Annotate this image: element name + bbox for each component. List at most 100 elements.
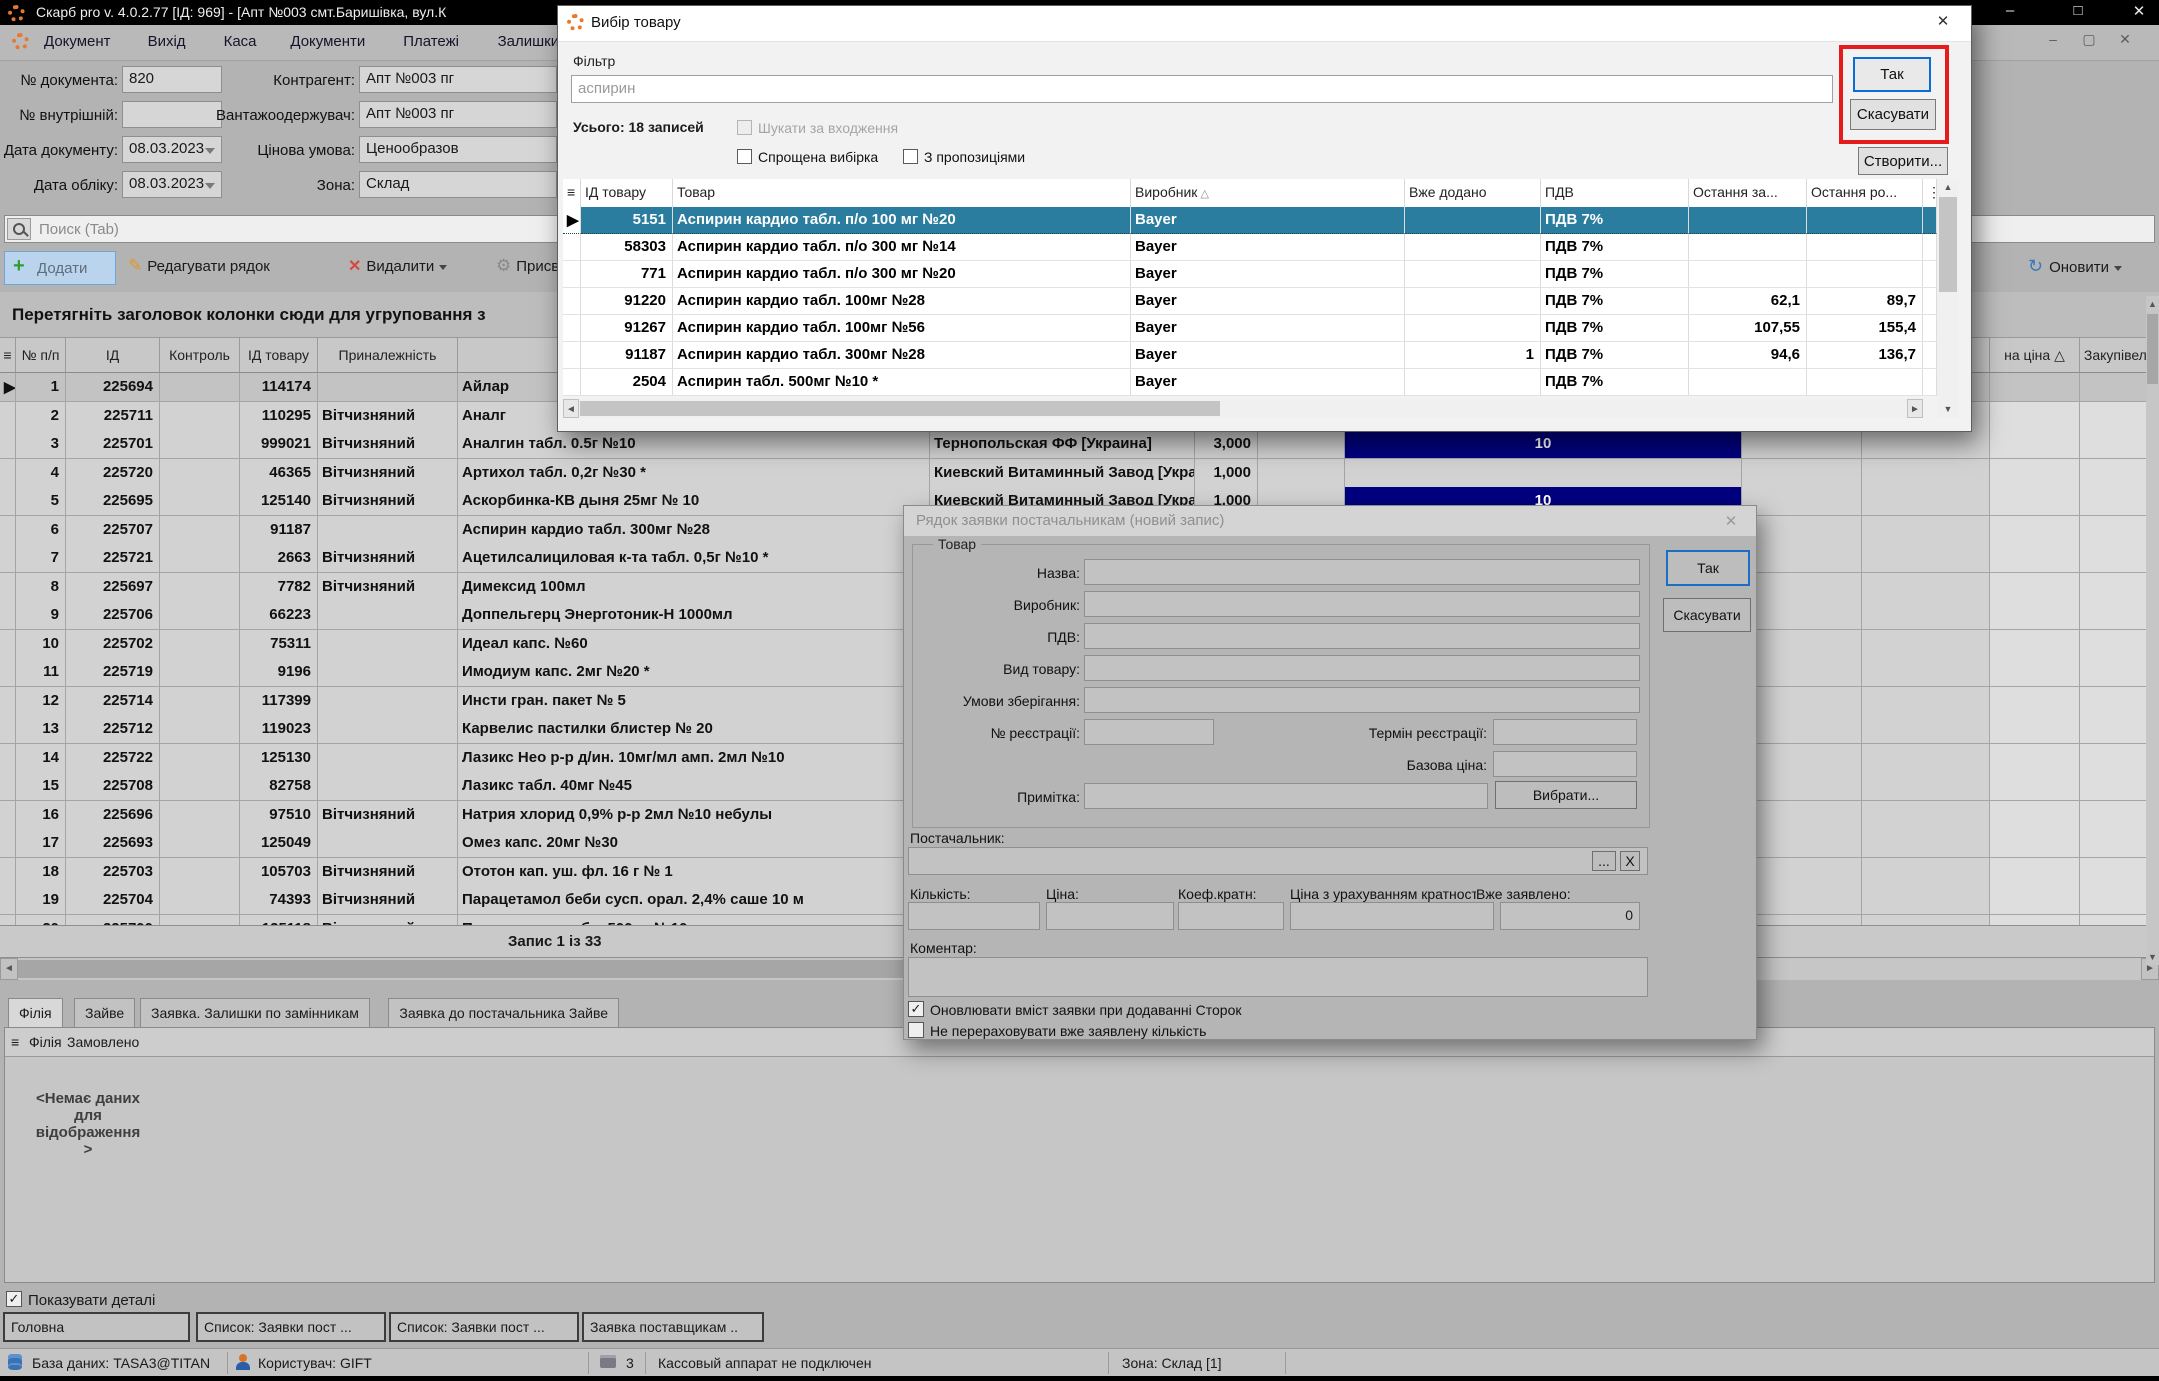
window-button-2[interactable]: Список: Заявки пост ... [196,1312,386,1342]
multiple-price-field[interactable] [1290,902,1494,930]
cell-last_retail [1807,207,1923,234]
child-minimize-button[interactable]: – [2036,31,2070,47]
dialog-vertical-scrollbar[interactable]: ▲ ▼ [1937,179,1959,418]
tab-Зайве[interactable]: Зайве [74,998,135,1028]
note-field[interactable] [1084,783,1488,809]
menu-item-Каса[interactable]: Каса [224,33,257,50]
add-button[interactable]: + Додати [4,251,116,285]
comment-field[interactable] [908,957,1648,997]
table-row[interactable]: 422572046365ВітчизнянийАртихол табл. 0,2… [0,459,2159,488]
close-button[interactable]: ✕ [2119,2,2159,20]
column-header-item_id[interactable]: ІД товару [581,179,673,207]
column-header-origin[interactable]: Приналежність [318,338,458,373]
menu-item-Вихід[interactable]: Вихід [148,33,186,50]
zone-field[interactable]: Склад [359,171,557,198]
scroll-up-icon[interactable]: ▲ [2146,296,2159,312]
vertical-scrollbar[interactable]: ▲ ▼ [2146,296,2159,965]
table-row[interactable]: 2504Аспирин табл. 500мг №10 *BayerПДВ 7% [563,369,1937,396]
column-header-num[interactable]: № п/п [16,338,66,373]
column-header-last_retail[interactable]: Остання ро... [1807,179,1923,207]
column-header-p1[interactable]: на ціна △ [1990,338,2080,373]
choose-button[interactable]: Вибрати... [1495,781,1637,809]
close-icon[interactable]: ✕ [1926,12,1960,36]
window-button-3[interactable]: Список: Заявки пост ... [389,1312,579,1342]
supplier-browse-button[interactable]: ... [1592,851,1616,871]
reg-number-field[interactable] [1084,719,1214,745]
window-button-1[interactable]: Головна [3,1312,190,1342]
column-header-vat[interactable]: ПДВ [1541,179,1689,207]
price-condition-field[interactable]: Ценообразов [359,136,557,163]
column-header-sel[interactable]: ≡ [0,338,16,373]
item-type-field[interactable] [1084,655,1640,681]
create-button[interactable]: Створити... [1858,147,1948,175]
window-button-4[interactable]: Заявка поставщикам .. [582,1312,764,1342]
ordered-column-header[interactable]: Замовлено [67,1034,139,1050]
minimize-button[interactable]: – [1990,2,2030,19]
table-row[interactable]: 771Аспирин кардио табл. п/о 300 мг №20Ba… [563,261,1937,288]
branch-column-header[interactable]: Філія [29,1034,62,1050]
column-header-id[interactable]: ІД [66,338,160,373]
column-header-sel[interactable]: ≡ [563,179,581,207]
column-header-dots[interactable]: ⋮ [1923,179,1937,207]
cancel-button[interactable]: Скасувати [1663,598,1751,632]
tab-Заявка до постачальника Зайве[interactable]: Заявка до постачальника Зайве [388,998,619,1028]
table-row[interactable]: 3225701999021ВітчизнянийАналгин табл. 0.… [0,430,2159,459]
column-header-item[interactable]: Товар [673,179,1131,207]
name-field[interactable] [1084,559,1640,585]
child-close-button[interactable]: ✕ [2108,31,2142,48]
menu-item-Залишки[interactable]: Залишки [498,33,560,50]
scroll-down-icon[interactable]: ▼ [2146,949,2159,965]
with-proposals-checkbox[interactable] [903,149,918,164]
cell-control [160,402,240,431]
close-icon[interactable]: ✕ [1714,512,1748,536]
supplier-clear-button[interactable]: X [1620,851,1640,871]
cell-item_id: 117399 [240,687,318,716]
qty-field[interactable] [908,902,1040,930]
tab-Філія[interactable]: Філія [8,998,63,1028]
supplier-field[interactable] [908,847,1648,875]
column-header-manufacturer[interactable]: Виробник △ [1131,179,1405,207]
update-request-checkbox[interactable]: ✓ [908,1001,924,1017]
cell-origin: Вітчизняний [318,801,458,830]
price-field[interactable] [1046,902,1174,930]
column-header-item_id[interactable]: ІД товару [240,338,318,373]
reg-term-field[interactable] [1493,719,1637,745]
filter-input[interactable]: аспирин [571,75,1833,103]
edit-row-button[interactable]: ✎Редагувати рядок [128,256,270,276]
manufacturer-field[interactable] [1084,591,1640,617]
table-row[interactable]: 58303Аспирин кардио табл. п/о 300 мг №14… [563,234,1937,261]
scroll-left-icon[interactable]: ◄ [0,958,18,980]
table-row[interactable]: 91187Аспирин кардио табл. 300мг №28Bayer… [563,342,1937,369]
scrollbar-thumb[interactable] [2147,314,2158,384]
column-chooser-icon[interactable]: ≡ [11,1034,19,1050]
storage-field[interactable] [1084,687,1640,713]
dialog-horizontal-scrollbar[interactable]: ◄ ► [563,399,1923,418]
child-restore-button[interactable]: ▢ [2072,31,2106,48]
menu-item-Документ[interactable]: Документ [44,33,111,50]
search-entry-checkbox[interactable] [737,120,752,135]
column-header-last_order[interactable]: Остання за... [1689,179,1807,207]
menu-item-Документи[interactable]: Документи [290,33,365,50]
refresh-button[interactable]: ↻Оновити [2028,256,2122,277]
table-row[interactable]: 91267Аспирин кардио табл. 100мг №56Bayer… [563,315,1937,342]
maximize-button[interactable]: □ [2058,2,2098,19]
no-recalc-checkbox[interactable] [908,1022,924,1038]
menu-item-Платежі[interactable]: Платежі [403,33,459,50]
search-button[interactable] [7,218,31,240]
base-price-field[interactable] [1493,751,1637,777]
ok-button[interactable]: Так [1666,550,1750,586]
column-header-control[interactable]: Контроль [160,338,240,373]
coef-field[interactable] [1178,902,1284,930]
declared-field[interactable]: 0 [1500,902,1640,930]
delete-button[interactable]: ✕Видалити [348,256,447,276]
table-row[interactable]: ▶5151Аспирин кардио табл. п/о 100 мг №20… [563,207,1937,234]
simple-select-checkbox[interactable] [737,149,752,164]
vat-field[interactable] [1084,623,1640,649]
show-details-checkbox[interactable]: ✓ [6,1291,22,1307]
consignee-field[interactable]: Апт №003 пг [359,101,557,128]
cell-name: Лазикс табл. 40мг №45 [458,772,930,801]
column-header-added[interactable]: Вже додано [1405,179,1541,207]
contractor-field[interactable]: Апт №003 пг [359,66,557,93]
tab-Заявка. Залишки по замінникам[interactable]: Заявка. Залишки по замінникам [140,998,370,1028]
table-row[interactable]: 91220Аспирин кардио табл. 100мг №28Bayer… [563,288,1937,315]
